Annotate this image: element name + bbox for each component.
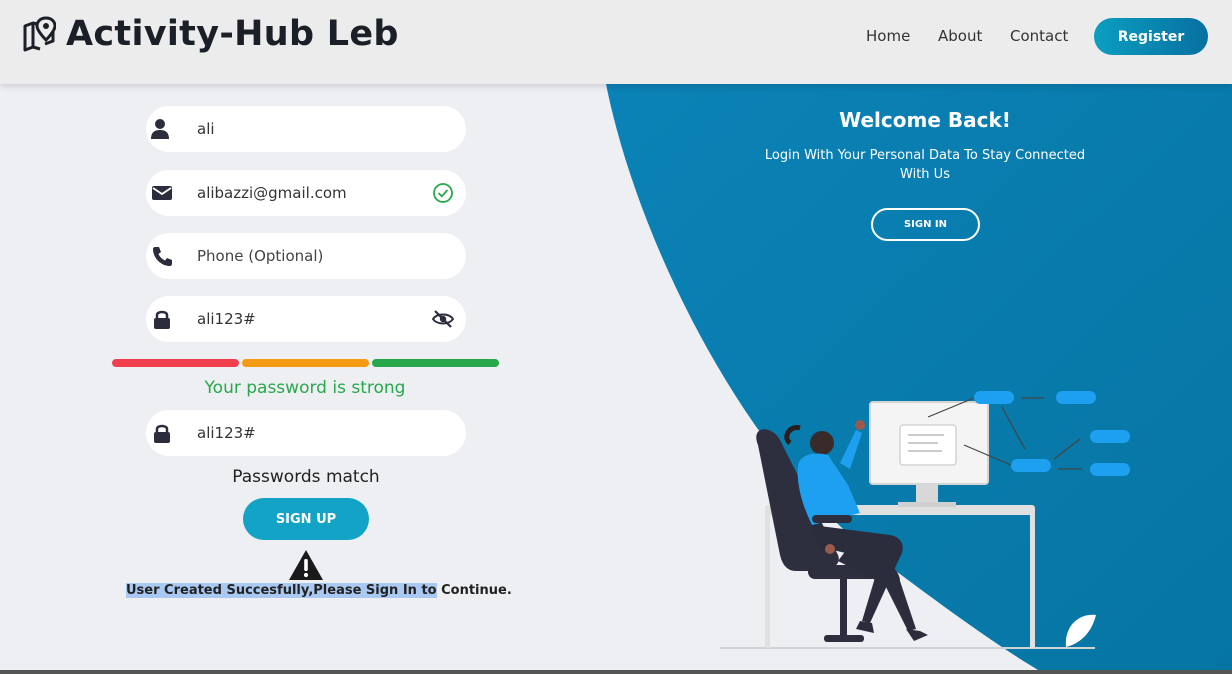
warning-icon <box>289 550 323 580</box>
nav-about[interactable]: About <box>938 27 982 45</box>
password-strength-text: Your password is strong <box>204 378 406 398</box>
nav-contact[interactable]: Contact <box>1010 27 1068 45</box>
sign-in-button[interactable]: SIGN IN <box>871 208 980 241</box>
register-button[interactable]: Register <box>1094 18 1208 55</box>
phone-icon <box>153 247 172 266</box>
lock-icon <box>154 310 170 329</box>
welcome-title: Welcome Back! <box>839 108 1011 132</box>
username-field[interactable]: ali <box>146 106 466 152</box>
success-message: User Created Succesfully,Please Sign In … <box>126 583 512 598</box>
success-message-rest: Continue. <box>436 583 512 598</box>
welcome-subtitle: Login With Your Personal Data To Stay Co… <box>764 148 1086 182</box>
nav-home[interactable]: Home <box>866 27 910 45</box>
eye-slash-icon[interactable] <box>432 308 454 330</box>
workspace-illustration <box>720 391 1130 649</box>
password-value: ali123# <box>197 310 256 328</box>
confirm-password-value: ali123# <box>197 424 256 442</box>
map-pin-icon <box>23 16 56 52</box>
email-field[interactable]: alibazzi@gmail.com <box>146 170 466 216</box>
strength-bar-medium <box>242 359 369 367</box>
brand-name: Activity-Hub Leb <box>66 14 399 54</box>
username-value: ali <box>197 120 215 138</box>
lock-icon <box>154 424 170 443</box>
envelope-icon <box>152 186 172 200</box>
strength-bar-weak <box>112 359 239 367</box>
phone-field[interactable]: Phone (Optional) <box>146 233 466 279</box>
sign-up-button[interactable]: SIGN UP <box>243 498 369 540</box>
user-icon <box>151 119 169 139</box>
strength-bar-strong <box>372 359 499 367</box>
brand[interactable]: Activity-Hub Leb <box>22 14 399 54</box>
confirm-password-field[interactable]: ali123# <box>146 410 466 456</box>
bottom-edge <box>0 670 1232 674</box>
check-circle-icon <box>433 183 453 203</box>
email-value: alibazzi@gmail.com <box>197 184 347 202</box>
navbar: Activity-Hub Leb Home About Contact Regi… <box>0 0 1232 84</box>
password-match-text: Passwords match <box>232 467 380 487</box>
success-message-highlighted: User Created Succesfully,Please Sign In … <box>126 583 437 598</box>
phone-placeholder: Phone (Optional) <box>197 247 324 265</box>
password-field[interactable]: ali123# <box>146 296 466 342</box>
